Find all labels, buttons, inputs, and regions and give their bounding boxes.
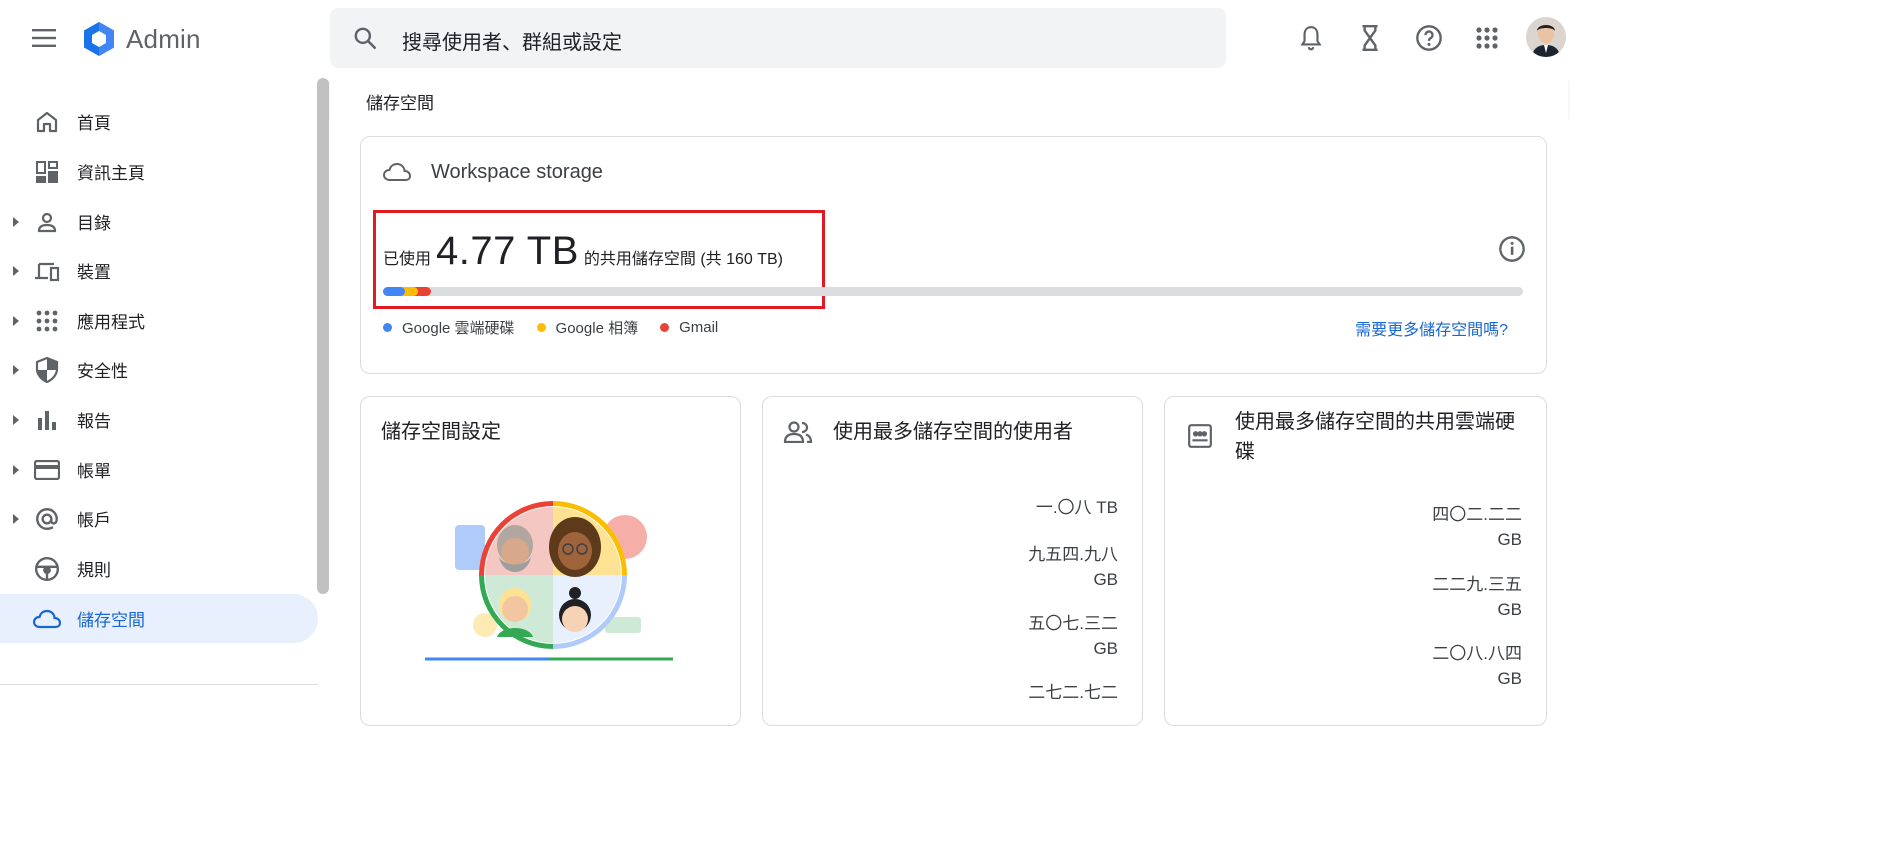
sidebar-item-label: 規則 <box>77 561 111 580</box>
app-title: Admin <box>126 23 201 54</box>
legend-dot <box>383 323 392 332</box>
sidebar-item-label: 儲存空間 <box>77 611 145 630</box>
top-drive-value: 二〇八.八四 GB <box>1432 644 1522 688</box>
more-storage-link[interactable]: 需要更多儲存空間嗎? <box>1355 316 1508 340</box>
storage-usage-bar <box>383 287 1523 296</box>
sidebar-divider <box>0 684 318 685</box>
search-icon[interactable] <box>352 25 378 51</box>
top-users-card[interactable]: 使用最多儲存空間的使用者 一.〇八 TB 九五四.九八 GB 五〇七.三二 GB… <box>762 396 1143 726</box>
search-input[interactable]: 搜尋使用者、群組或設定 <box>402 26 622 55</box>
people-icon <box>783 421 813 443</box>
bell-icon[interactable] <box>1295 22 1327 54</box>
sidebar: 首頁 資訊主頁 目錄 裝置 應用程式 安全性 報告 帳單 帳戶 規則 儲存空間 <box>0 78 330 702</box>
used-prefix: 已使用 <box>383 251 432 268</box>
legend-label: Gmail <box>679 319 719 336</box>
usage-segment-drive <box>383 287 405 296</box>
legend-label: Google 相簿 <box>555 320 639 337</box>
sidebar-item-home[interactable]: 首頁 <box>0 97 318 146</box>
admin-logo[interactable]: Admin <box>80 20 201 58</box>
dashboard-icon <box>33 158 61 186</box>
home-icon <box>33 108 61 136</box>
expand-arrow-icon[interactable] <box>12 315 20 326</box>
sidebar-item-label: 報告 <box>77 412 111 431</box>
help-icon[interactable] <box>1413 22 1445 54</box>
sidebar-item-devices[interactable]: 裝置 <box>0 246 318 295</box>
main-content: Workspace storage 已使用 4.77 TB 的共用儲存空間 (共… <box>330 118 1568 726</box>
expand-arrow-icon[interactable] <box>12 464 20 475</box>
used-value: 4.77 TB <box>436 229 579 273</box>
top-drive-value: 四〇二.二二 GB <box>1432 505 1522 549</box>
sidebar-item-label: 裝置 <box>77 263 111 282</box>
top-shared-drives-title: 使用最多儲存空間的共用雲端硬碟 <box>1235 411 1515 463</box>
sidebar-item-label: 首頁 <box>77 114 111 133</box>
storage-settings-title: 儲存空間設定 <box>381 421 501 443</box>
apps-icon <box>33 307 61 335</box>
legend-dot <box>660 323 670 332</box>
used-suffix: 的共用儲存空間 (共 160 TB) <box>583 251 784 268</box>
sidebar-item-label: 資訊主頁 <box>77 164 145 183</box>
top-users-title: 使用最多儲存空間的使用者 <box>833 421 1073 443</box>
shared-drive-icon <box>1188 424 1212 448</box>
storage-legend: Google 雲端硬碟 Google 相簿 Gmail <box>383 317 718 338</box>
expand-arrow-icon[interactable] <box>12 513 20 524</box>
sidebar-item-label: 應用程式 <box>77 313 145 332</box>
person-icon <box>33 208 61 236</box>
sidebar-item-directory[interactable]: 目錄 <box>0 197 318 246</box>
apps-grid-icon[interactable] <box>1471 22 1503 54</box>
expand-arrow-icon[interactable] <box>12 414 20 425</box>
sidebar-item-rules[interactable]: 規則 <box>0 544 318 593</box>
devices-icon <box>33 257 61 285</box>
sidebar-item-label: 帳戶 <box>77 511 111 530</box>
credit-card-icon <box>33 456 61 484</box>
sidebar-item-billing[interactable]: 帳單 <box>0 445 318 494</box>
legend-dot <box>536 323 546 332</box>
sidebar-item-account[interactable]: 帳戶 <box>0 494 318 543</box>
breadcrumb: 儲存空間 <box>330 78 1568 118</box>
admin-hexagon-logo <box>84 22 114 56</box>
expand-arrow-icon[interactable] <box>12 265 20 276</box>
sidebar-item-reports[interactable]: 報告 <box>0 395 318 444</box>
sidebar-item-apps[interactable]: 應用程式 <box>0 296 318 345</box>
cloud-icon <box>383 162 411 181</box>
sidebar-item-dashboard[interactable]: 資訊主頁 <box>0 147 318 196</box>
top-user-value: 五〇七.三二 GB <box>1028 614 1118 658</box>
sidebar-scrollbar[interactable] <box>317 78 329 594</box>
top-shared-drives-card[interactable]: 使用最多儲存空間的共用雲端硬碟 四〇二.二二 GB 二二九.三五 GB 二〇八.… <box>1164 396 1547 726</box>
expand-arrow-icon[interactable] <box>12 216 20 227</box>
legend-item-drive: Google 雲端硬碟 <box>383 317 515 338</box>
top-user-value: 一.〇八 TB <box>1035 498 1118 517</box>
storage-usage-summary: 已使用 4.77 TB 的共用儲存空間 (共 160 TB) <box>383 229 783 274</box>
bar-chart-icon <box>33 406 61 434</box>
hamburger-menu-icon[interactable] <box>26 20 62 56</box>
top-drive-value: 二二九.三五 GB <box>1432 575 1522 619</box>
sidebar-item-security[interactable]: 安全性 <box>0 345 318 394</box>
hourglass-icon[interactable] <box>1354 22 1386 54</box>
legend-item-gmail: Gmail <box>660 317 718 338</box>
rules-icon <box>33 555 61 583</box>
user-avatar[interactable] <box>1526 17 1566 57</box>
top-user-value: 九五四.九八 GB <box>1028 545 1118 589</box>
workspace-storage-title: Workspace storage <box>431 161 603 183</box>
at-sign-icon <box>33 505 61 533</box>
legend-label: Google 雲端硬碟 <box>402 320 515 337</box>
cloud-icon <box>33 605 61 633</box>
people-illustration <box>425 501 673 661</box>
workspace-storage-card: Workspace storage 已使用 4.77 TB 的共用儲存空間 (共… <box>360 136 1547 374</box>
legend-item-photos: Google 相簿 <box>536 317 639 338</box>
top-user-value: 二七二.七二 <box>1028 683 1118 702</box>
sidebar-item-storage[interactable]: 儲存空間 <box>0 594 318 643</box>
expand-arrow-icon[interactable] <box>12 364 20 375</box>
info-icon[interactable] <box>1498 235 1526 263</box>
sidebar-item-label: 帳單 <box>77 462 111 481</box>
top-bar: Admin 搜尋使用者、群組或設定 <box>0 0 1568 78</box>
shield-icon <box>33 356 61 384</box>
sidebar-item-label: 目錄 <box>77 214 111 233</box>
sidebar-item-label: 安全性 <box>77 362 128 381</box>
breadcrumb-current[interactable]: 儲存空間 <box>366 89 434 114</box>
storage-settings-card[interactable]: 儲存空間設定 <box>360 396 741 726</box>
search-bar[interactable]: 搜尋使用者、群組或設定 <box>330 8 1226 68</box>
